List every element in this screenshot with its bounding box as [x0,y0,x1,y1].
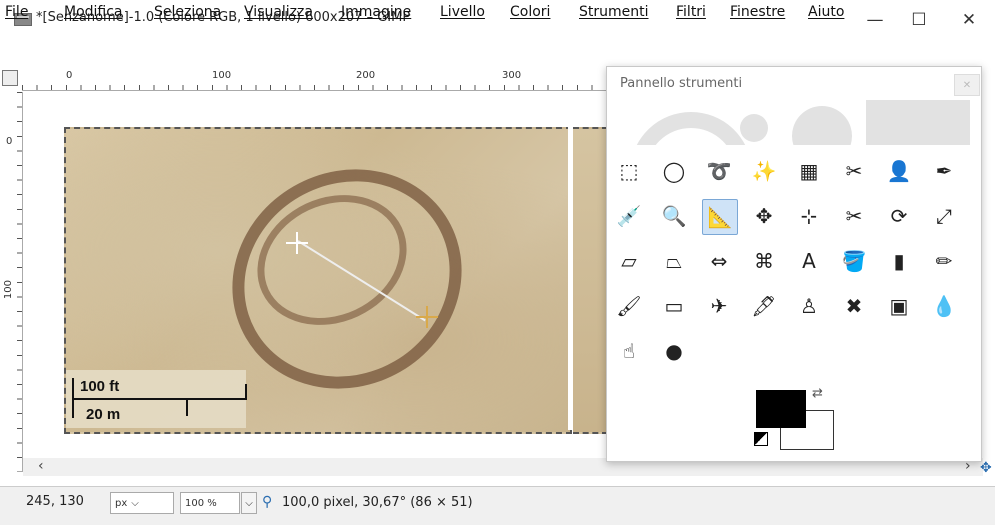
menu-aiuto[interactable]: Aiuto [808,4,844,20]
quick-mask-toggle-button[interactable] [2,70,18,86]
select-by-color-tool[interactable]: ▦ [792,154,826,188]
blend-tool[interactable]: ▮ [882,244,916,278]
menu-finestre[interactable]: Finestre [730,4,785,20]
paintbrush-tool[interactable]: 🖌 [612,289,646,323]
scale-label-meters: 20 m [86,406,121,423]
status-message: 100,0 pixel, 30,67° (86 × 51) [282,495,473,510]
unit-value: px [115,497,128,509]
free-select-tool[interactable]: ➰ [702,154,736,188]
text-tool[interactable]: A [792,244,826,278]
airbrush-tool[interactable]: ✈ [702,289,736,323]
perspective-clone-tool[interactable]: ▣ [882,289,916,323]
foreground-select-tool[interactable]: 👤 [882,154,916,188]
measure-tool[interactable]: 📐 [702,199,738,235]
crop-tool[interactable]: ✂ [837,199,871,233]
move-tool[interactable]: ✥ [747,199,781,233]
scale-tick [186,400,188,416]
measure-tool-icon: ⚲ [262,494,273,510]
blur-sharpen-tool[interactable]: 💧 [927,289,961,323]
menu-immagine[interactable]: Immagine [341,4,411,20]
scroll-left-arrow-icon[interactable]: ‹ [38,458,44,474]
scale-label-feet: 100 ft [80,378,120,395]
smudge-tool[interactable]: ☝ [612,334,646,368]
maximize-button[interactable]: ☐ [896,0,942,40]
ruler-label: 100 [212,70,232,81]
ruler-ticks [17,92,22,472]
ruler-label: 200 [356,70,376,81]
close-icon[interactable]: ✕ [954,74,980,96]
toolbox-title: Pannello strumenti [620,76,743,91]
menu-visualizza[interactable]: Visualizza [244,4,313,20]
ruler-ticks [22,85,610,90]
horizontal-ruler[interactable]: 0 100 200 300 [22,68,610,91]
zoom-select[interactable]: 100 % [180,492,240,514]
menu-bar [0,42,995,66]
menu-strumenti[interactable]: Strumenti [579,4,649,20]
wilber-decoration [616,100,970,145]
measure-end-handle[interactable] [416,306,438,328]
chevron-down-icon: ⌵ [131,497,139,509]
rect-select-tool[interactable]: ⬚ [612,154,646,188]
minimize-button[interactable]: — [852,0,898,40]
foreground-color[interactable] [756,390,806,428]
scale-tool[interactable]: ⤢ [927,199,961,233]
zoom-value: 100 % [185,497,217,509]
rotate-tool[interactable]: ⟳ [882,199,916,233]
menu-colori[interactable]: Colori [510,4,550,20]
pointer-coordinates: 245, 130 [26,494,84,509]
scale-tick [245,384,247,400]
menu-seleziona[interactable]: Seleziona [154,4,221,20]
paths-tool[interactable]: ✒ [927,154,961,188]
color-picker-tool[interactable]: 💉 [612,199,646,233]
ruler-label: 0 [66,70,73,81]
scale-line [72,398,247,400]
dodge-burn-tool[interactable]: ● [657,334,691,368]
pencil-tool[interactable]: ✏ [927,244,961,278]
scissors-select-tool[interactable]: ✂ [837,154,871,188]
zoom-dropdown-button[interactable]: ⌵ [241,492,257,514]
ruler-label: 0 [6,136,13,147]
chevron-down-icon: ⌵ [245,497,253,509]
menu-modifica[interactable]: Modifica [64,4,123,20]
swap-colors-icon[interactable]: ⇄ [812,386,823,401]
ruler-label: 300 [502,70,522,81]
align-tool[interactable]: ⊹ [792,199,826,233]
close-button[interactable]: ✕ [946,0,992,40]
vertical-ruler[interactable]: 0 100 [0,92,23,472]
flip-tool[interactable]: ⇔ [702,244,736,278]
menu-filtri[interactable]: Filtri [676,4,706,20]
menu-file[interactable]: File [5,4,28,20]
shear-tool[interactable]: ▱ [612,244,646,278]
ellipse-select-tool[interactable]: ◯ [657,154,691,188]
eraser-tool[interactable]: ▭ [657,289,691,323]
zoom-tool[interactable]: 🔍 [657,199,691,233]
clone-tool[interactable]: ♙ [792,289,826,323]
fuzzy-select-tool[interactable]: ✨ [747,154,781,188]
cage-transform-tool[interactable]: ⌘ [747,244,781,278]
menu-livello[interactable]: Livello [440,4,485,20]
measure-start-handle[interactable] [286,232,308,254]
image-canvas-right[interactable] [573,127,608,434]
heal-tool[interactable]: ✖ [837,289,871,323]
bucket-fill-tool[interactable]: 🪣 [837,244,871,278]
unit-select[interactable]: px ⌵ [110,492,174,514]
ink-tool[interactable]: 🖋 [747,289,781,323]
ruler-label: 100 [3,280,14,300]
navigate-icon[interactable]: ✥ [980,460,992,476]
default-colors-icon[interactable] [754,432,768,446]
perspective-tool[interactable]: ⏢ [657,244,691,278]
